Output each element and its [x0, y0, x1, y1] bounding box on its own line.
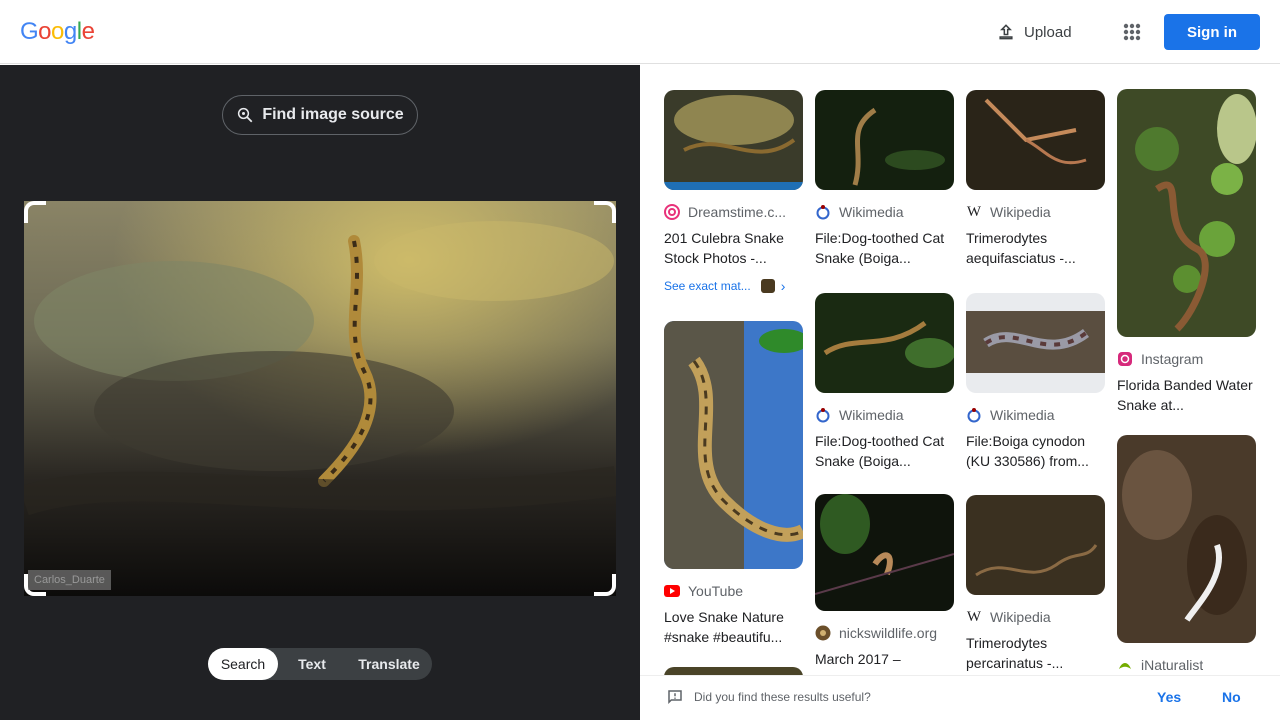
crop-handle-bottom-right[interactable] — [594, 574, 616, 596]
result-thumbnail[interactable] — [1117, 89, 1256, 337]
lens-image-panel: Find image source Carlos_Duarte Search T… — [0, 65, 640, 720]
result-thumbnail[interactable] — [815, 90, 954, 190]
crop-handle-top-left[interactable] — [24, 201, 46, 223]
result-source: iNaturalist — [1141, 657, 1204, 673]
visual-matches-grid: Dreamstime.c... 201 Culebra Snake Stock … — [640, 65, 1280, 675]
result-thumbnail[interactable] — [1117, 435, 1256, 643]
lens-search-icon — [238, 107, 253, 123]
result-source: nickswildlife.org — [839, 625, 938, 641]
result-title[interactable]: March 2017 – — [815, 649, 954, 669]
tab-translate[interactable]: Translate — [346, 648, 432, 680]
result-card[interactable] — [664, 667, 803, 675]
result-thumbnail[interactable] — [966, 495, 1105, 595]
find-image-source-label: Find image source — [262, 106, 404, 123]
apps-grid-icon[interactable] — [1116, 16, 1148, 48]
wikimedia-icon — [966, 407, 982, 423]
youtube-icon — [664, 583, 680, 599]
result-source: Wikimedia — [839, 204, 904, 220]
result-title[interactable]: 201 Culebra Snake Stock Photos -... — [664, 228, 803, 268]
result-title[interactable]: Trimerodytes percarinatus -... — [966, 633, 1105, 673]
crop-handle-top-right[interactable] — [594, 201, 616, 223]
result-card[interactable]: W Wikipedia Trimerodytes percarinatus -..… — [966, 495, 1105, 673]
result-card[interactable]: Wikimedia File:Dog-toothed Cat Snake (Bo… — [815, 90, 954, 268]
result-thumbnail[interactable] — [664, 667, 803, 675]
query-image[interactable]: Carlos_Duarte — [24, 201, 616, 596]
result-card[interactable]: Instagram Florida Banded Water Snake at.… — [1117, 89, 1256, 415]
tab-search[interactable]: Search — [208, 648, 278, 680]
result-card[interactable]: YouTube Love Snake Nature #snake #beauti… — [664, 321, 803, 647]
result-thumbnail[interactable] — [664, 90, 803, 190]
wikimedia-icon — [815, 407, 831, 423]
google-logo[interactable]: Google — [20, 17, 95, 47]
result-card[interactable]: Dreamstime.c... 201 Culebra Snake Stock … — [664, 90, 803, 294]
result-source: Dreamstime.c... — [688, 204, 787, 220]
result-card[interactable]: Wikimedia File:Boiga cynodon (KU 330586)… — [966, 293, 1105, 471]
result-source: Instagram — [1141, 351, 1204, 367]
result-thumbnail[interactable] — [815, 494, 954, 611]
result-source: Wikipedia — [990, 609, 1051, 625]
dreamstime-icon — [664, 204, 680, 220]
find-image-source-button[interactable]: Find image source — [222, 95, 418, 135]
lens-mode-tabs: Search Text Translate — [208, 648, 432, 680]
result-thumbnail[interactable] — [664, 321, 803, 569]
image-watermark: Carlos_Duarte — [28, 570, 111, 590]
result-thumbnail[interactable] — [966, 90, 1105, 190]
result-title[interactable]: File:Dog-toothed Cat Snake (Boiga... — [815, 228, 954, 268]
upload-button[interactable]: Upload — [988, 16, 1080, 48]
wikimedia-icon — [815, 204, 831, 220]
result-card[interactable]: W Wikipedia Trimerodytes aequifasciatus -… — [966, 90, 1105, 268]
result-title[interactable]: File:Dog-toothed Cat Snake (Boiga... — [815, 431, 954, 471]
see-exact-matches-link[interactable]: See exact mat... › — [664, 278, 803, 294]
snake-photo — [24, 201, 616, 596]
feedback-yes-button[interactable]: Yes — [1157, 689, 1181, 705]
nickswildlife-icon — [815, 625, 831, 641]
result-title[interactable]: File:Boiga cynodon (KU 330586) from... — [966, 431, 1105, 471]
feedback-no-button[interactable]: No — [1222, 689, 1241, 705]
upload-label: Upload — [1024, 23, 1072, 41]
result-card[interactable]: Wikimedia File:Dog-toothed Cat Snake (Bo… — [815, 293, 954, 471]
result-title[interactable]: Love Snake Nature #snake #beautifu... — [664, 607, 803, 647]
inaturalist-icon — [1117, 657, 1133, 673]
upload-icon — [999, 24, 1013, 40]
feedback-icon — [668, 690, 682, 705]
result-card[interactable]: iNaturalist — [1117, 435, 1256, 673]
exact-match-thumb-icon — [760, 279, 775, 293]
instagram-icon — [1117, 351, 1133, 367]
sign-in-button[interactable]: Sign in — [1164, 14, 1260, 50]
top-bar: Google Upload Sign in — [0, 0, 1280, 64]
feedback-question: Did you find these results useful? — [694, 690, 871, 704]
wikipedia-icon: W — [966, 608, 982, 625]
result-source: YouTube — [688, 583, 744, 599]
result-source: Wikipedia — [990, 204, 1051, 220]
result-source: Wikimedia — [839, 407, 904, 423]
result-source: Wikimedia — [990, 407, 1055, 423]
wikipedia-icon: W — [966, 203, 982, 220]
feedback-bar: Did you find these results useful? Yes N… — [640, 675, 1280, 720]
result-thumbnail[interactable] — [815, 293, 954, 393]
result-thumbnail[interactable] — [966, 293, 1105, 393]
result-card[interactable]: nickswildlife.org March 2017 – — [815, 494, 954, 669]
chevron-right-icon: › — [780, 278, 786, 294]
result-title[interactable]: Trimerodytes aequifasciatus -... — [966, 228, 1105, 268]
tab-text[interactable]: Text — [278, 648, 346, 680]
result-title[interactable]: Florida Banded Water Snake at... — [1117, 375, 1256, 415]
